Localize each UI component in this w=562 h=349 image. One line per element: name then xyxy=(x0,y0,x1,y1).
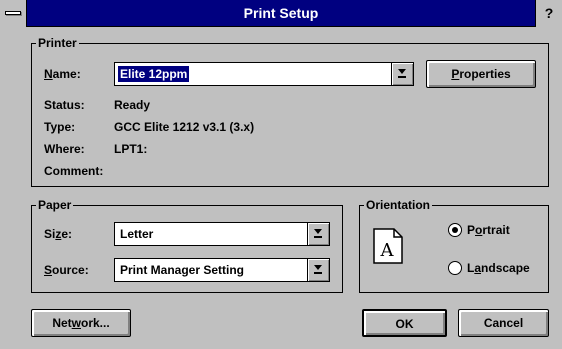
portrait-label[interactable]: Portrait xyxy=(467,222,510,238)
dropdown-arrow-icon[interactable] xyxy=(307,259,329,281)
help-button[interactable]: ? xyxy=(535,0,562,27)
type-value: GCC Elite 1212 v3.1 (3.x) xyxy=(114,120,255,134)
where-value: LPT1: xyxy=(114,142,148,156)
paper-group-label: Paper xyxy=(36,197,74,213)
window-title: Print Setup xyxy=(243,5,319,21)
print-setup-dialog: Print Setup ? Printer Name: Elite 12ppm … xyxy=(0,0,562,349)
dropdown-arrow-icon[interactable] xyxy=(307,223,329,245)
printer-name-select[interactable]: Elite 12ppm xyxy=(114,62,414,86)
status-label: Status: xyxy=(44,98,85,112)
paper-group: Paper Size: Letter Source: Print Manager… xyxy=(31,197,343,293)
svg-text:A: A xyxy=(380,240,395,261)
dropdown-arrow-icon[interactable] xyxy=(391,63,413,85)
status-value: Ready xyxy=(114,98,151,112)
printer-name-value: Elite 12ppm xyxy=(118,66,190,82)
portrait-page-icon: A xyxy=(373,228,403,264)
source-label: Source: xyxy=(44,263,89,277)
paper-source-value: Print Manager Setting xyxy=(120,263,245,277)
name-label: Name: xyxy=(44,67,81,81)
network-button[interactable]: Network... xyxy=(31,309,131,337)
portrait-radio[interactable] xyxy=(448,223,462,237)
system-menu-button[interactable] xyxy=(0,0,27,27)
radio-selected-dot xyxy=(452,227,458,233)
printer-group-label: Printer xyxy=(36,35,79,51)
paper-source-select[interactable]: Print Manager Setting xyxy=(114,258,330,282)
comment-label: Comment: xyxy=(44,164,104,178)
landscape-label[interactable]: Landscape xyxy=(467,260,530,276)
title-bar[interactable]: Print Setup ? xyxy=(0,0,562,27)
size-label: Size: xyxy=(44,227,73,241)
where-label: Where: xyxy=(44,142,85,156)
properties-button[interactable]: Properties xyxy=(426,60,536,88)
orientation-group: Orientation A Portrait Landscape xyxy=(359,197,549,293)
type-label: Type: xyxy=(44,120,76,134)
orientation-group-label: Orientation xyxy=(364,197,433,213)
ok-button[interactable]: OK xyxy=(362,309,447,337)
system-menu-icon xyxy=(5,11,21,15)
printer-group: Printer Name: Elite 12ppm Properties Sta… xyxy=(31,35,549,187)
paper-size-value: Letter xyxy=(120,227,154,241)
landscape-radio[interactable] xyxy=(448,261,462,275)
cancel-button[interactable]: Cancel xyxy=(458,309,549,337)
paper-size-select[interactable]: Letter xyxy=(114,222,330,246)
